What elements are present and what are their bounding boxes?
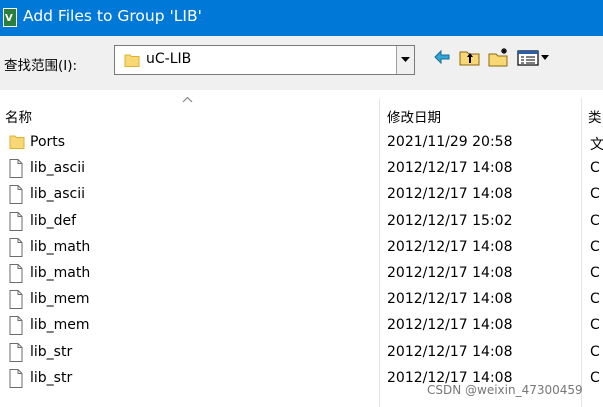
column-header-date[interactable]: 修改日期 [387,106,441,126]
file-type: C [590,212,600,229]
list-item[interactable]: lib_mem 2012/12/17 14:08 C [0,313,603,339]
file-type: 文 [590,137,603,153]
up-folder-icon[interactable] [459,47,481,67]
look-in-dropdown[interactable]: uC-LIB [114,45,415,75]
file-type: C [590,369,600,386]
file-name: Ports [30,134,66,150]
file-name: lib_str [30,343,73,360]
list-item[interactable]: lib_math 2012/12/17 14:08 C [0,261,603,287]
column-header-type[interactable]: 类 [588,106,602,126]
file-name: lib_math [30,265,91,281]
file-icon [9,159,23,179]
file-name: lib_mem [30,317,90,334]
list-item[interactable]: lib_math 2012/12/17 14:08 C [0,235,603,261]
list-item[interactable]: lib_def 2012/12/17 15:02 C [0,209,603,235]
list-item[interactable]: lib_ascii 2012/12/17 14:08 C [0,182,603,208]
file-name: lib_math [30,238,91,255]
file-type: C [590,186,600,203]
file-date: 2012/12/17 14:08 [387,160,513,177]
list-item[interactable]: lib_str 2012/12/17 14:08 C [0,340,603,366]
keil-app-icon: V [3,8,17,27]
file-icon [9,237,23,257]
sort-ascending-icon [182,96,193,103]
file-icon [9,264,23,283]
dropdown-button[interactable] [396,46,414,74]
folder-icon [9,135,25,149]
list-item[interactable]: lib_ascii 2012/12/17 14:08 C [0,156,603,182]
file-date: 2012/12/17 14:08 [387,238,513,255]
file-type: C [590,238,600,255]
column-header-name[interactable]: 名称 [5,106,32,126]
file-date: 2012/12/17 15:02 [387,212,513,229]
file-name: lib_ascii [30,160,86,177]
file-type: C [590,265,600,281]
file-date: 2012/12/17 14:08 [387,317,513,334]
file-type: C [590,317,600,334]
list-item[interactable]: Ports 2021/11/29 20:58 文 [0,130,603,156]
file-type: C [590,343,600,360]
back-arrow-icon[interactable] [433,47,451,67]
chevron-down-icon [401,57,410,62]
title-bar[interactable]: V Add Files to Group 'LIB' [0,0,603,36]
file-date: 2012/12/17 14:08 [387,186,513,203]
file-type: C [590,160,600,177]
file-date: 2012/12/17 14:08 [387,343,513,360]
file-icon [9,290,23,310]
view-menu-icon[interactable] [517,47,553,67]
svg-text:V: V [5,13,13,24]
watermark: CSDN @weixin_47300459 [427,383,583,397]
list-item[interactable]: lib_mem 2012/12/17 14:08 C [0,287,603,313]
file-name: lib_ascii [30,186,86,203]
file-icon [9,185,23,205]
window-title: Add Files to Group 'LIB' [23,7,202,25]
new-folder-icon[interactable] [488,47,510,67]
file-date: 2021/11/29 20:58 [387,134,513,150]
file-icon [9,211,23,231]
file-icon [9,342,23,362]
file-name: lib_str [30,369,73,386]
folder-icon [124,54,140,67]
file-name: lib_mem [30,291,90,308]
file-type: C [590,291,600,308]
file-date: 2012/12/17 14:08 [387,265,513,281]
file-icon [9,368,23,388]
look-in-label: 查找范围(I): [4,58,78,74]
file-icon [9,316,23,336]
file-name: lib_def [30,212,77,229]
look-in-value: uC-LIB [146,51,192,67]
file-date: 2012/12/17 14:08 [387,291,513,308]
